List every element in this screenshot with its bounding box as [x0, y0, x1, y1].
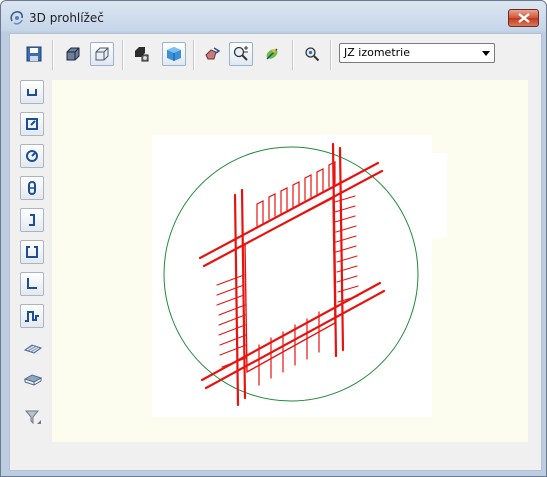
shape-loop-button[interactable]	[20, 176, 44, 200]
render-settings-icon	[135, 47, 149, 62]
shape-loop-icon	[28, 181, 36, 195]
chevron-down-icon	[482, 51, 490, 56]
wireframe-view-button[interactable]	[61, 42, 85, 66]
solid-box-icon	[167, 47, 181, 61]
toolbar-separator	[193, 40, 195, 70]
zoom-in-out-icon	[233, 46, 248, 61]
zoom-button[interactable]	[229, 42, 253, 66]
viewer-window: 3D prohlížeč JZ izometrie	[0, 0, 547, 477]
mesh-stack-button[interactable]	[20, 368, 44, 392]
filter-icon	[24, 410, 41, 425]
shape-toolbar	[20, 78, 46, 438]
shape-j-icon	[29, 214, 35, 226]
window-title: 3D prohlížeč	[29, 11, 104, 25]
shape-open-rect-icon	[26, 246, 38, 258]
rotate-icon	[205, 47, 220, 60]
bounding-sphere	[163, 146, 419, 402]
wireframe-box-icon	[66, 47, 80, 61]
zoom-extents-button[interactable]	[300, 42, 324, 66]
filter-button[interactable]	[20, 405, 44, 429]
shape-open-rect-button[interactable]	[20, 240, 44, 264]
toolbar-separator	[52, 40, 54, 70]
title-bar[interactable]: 3D prohlížeč	[1, 1, 546, 33]
shape-square-hook-button[interactable]	[20, 112, 44, 136]
shape-square-hook-icon	[26, 118, 38, 130]
client-area: JZ izometrie	[9, 33, 542, 471]
toolbar: JZ izometrie	[10, 34, 541, 78]
rotate-button[interactable]	[200, 42, 224, 66]
close-button[interactable]	[508, 9, 539, 27]
shape-l-icon	[27, 278, 37, 289]
shape-wave-icon	[25, 311, 39, 322]
rebar-cage-model	[163, 142, 419, 407]
view-preset-value: JZ izometrie	[344, 46, 410, 59]
toolbar-separator	[122, 40, 124, 70]
shape-circle-hook-icon	[26, 150, 38, 162]
shape-wave-button[interactable]	[20, 304, 44, 328]
shape-circle-hook-button[interactable]	[20, 144, 44, 168]
3d-viewport[interactable]	[52, 80, 528, 442]
outline-view-button[interactable]	[90, 42, 114, 66]
view-preset-select[interactable]: JZ izometrie	[339, 43, 495, 63]
shape-u-icon	[27, 89, 37, 96]
render-settings-button[interactable]	[130, 42, 154, 66]
toolbar-separator	[330, 40, 332, 70]
zoom-extents-icon	[305, 47, 320, 62]
outline-box-icon	[95, 47, 109, 61]
shape-u-button[interactable]	[20, 80, 44, 104]
pan-icon	[266, 48, 278, 60]
close-icon	[518, 13, 530, 23]
mesh-stack-icon	[24, 374, 42, 386]
shape-l-button[interactable]	[20, 272, 44, 296]
solid-view-button[interactable]	[162, 42, 186, 66]
mesh-layer-button[interactable]	[20, 336, 44, 360]
save-button[interactable]	[22, 42, 46, 66]
viewer-3d-icon	[10, 11, 23, 25]
rebar-geometry	[198, 142, 386, 407]
mesh-layer-icon	[24, 344, 42, 354]
toolbar-separator	[292, 40, 294, 70]
shape-j-button[interactable]	[20, 208, 44, 232]
save-icon	[26, 46, 42, 62]
pan-button[interactable]	[260, 42, 284, 66]
